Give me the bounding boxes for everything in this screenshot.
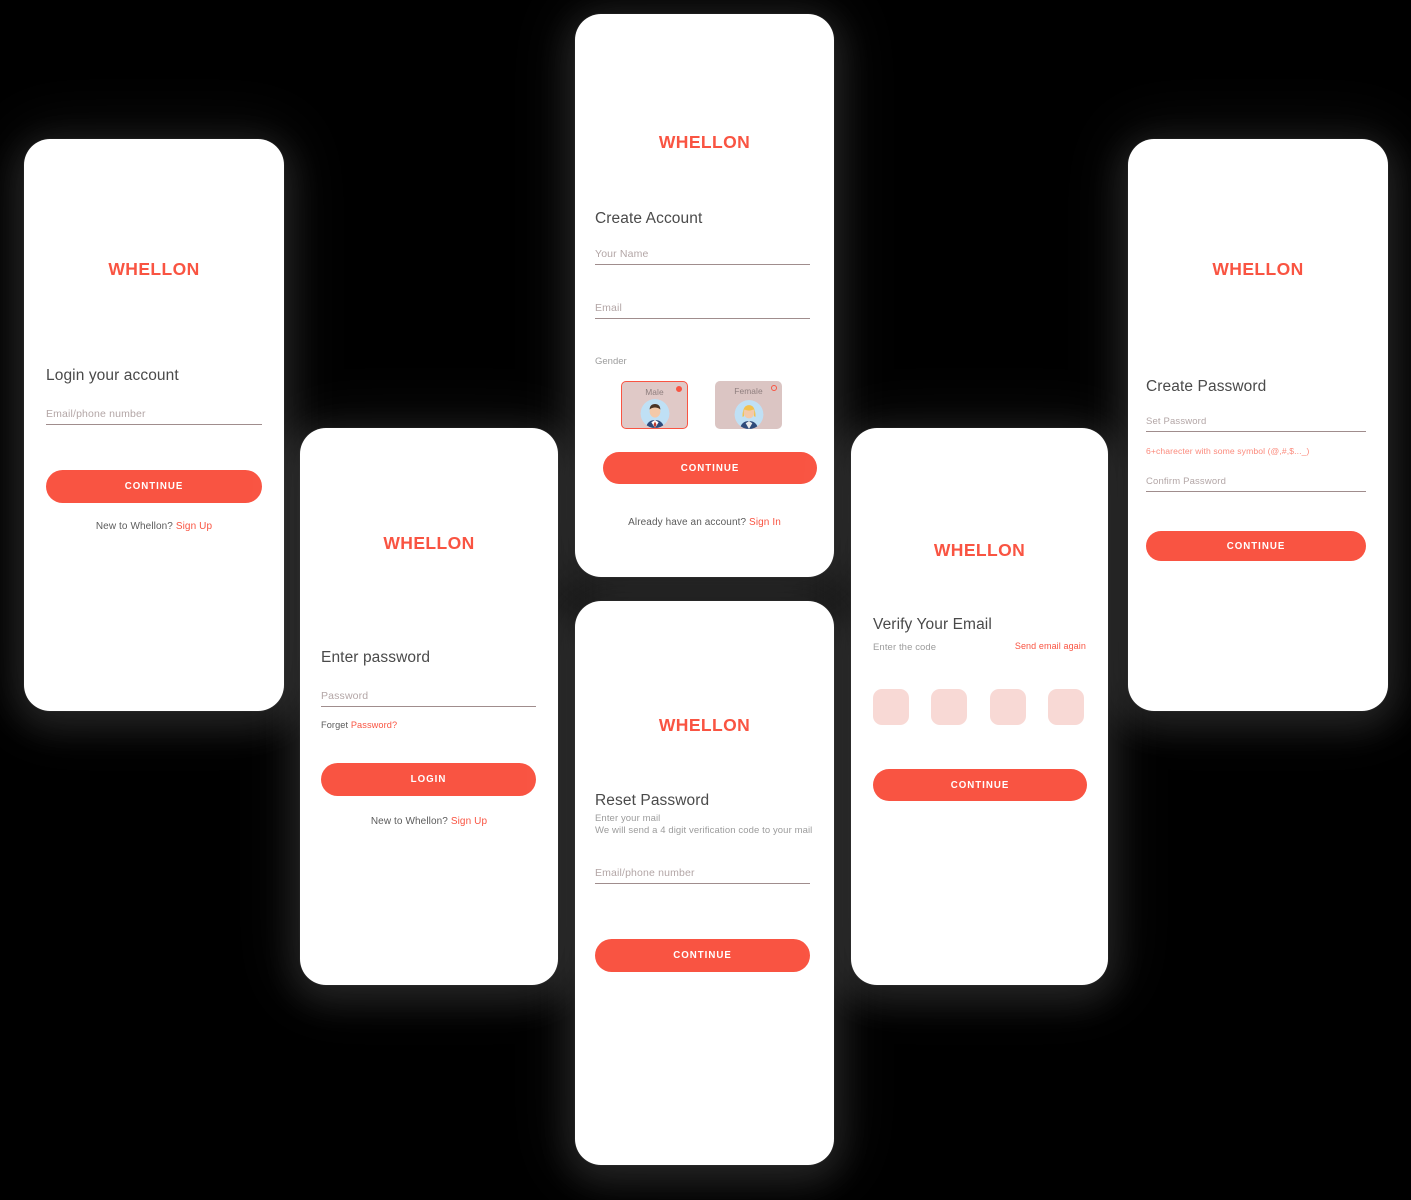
email-or-phone-input[interactable]: Email/phone number <box>595 867 810 884</box>
screen-body-enter-password: WHELLON Enter password Password Forget P… <box>300 428 558 985</box>
female-avatar-icon <box>734 400 763 429</box>
radio-selected-icon[interactable] <box>676 386 682 392</box>
phone-screen-verify-email: WHELLON Verify Your Email Enter the code… <box>851 428 1108 985</box>
continue-button[interactable]: CONTINUE <box>595 939 810 972</box>
login-button[interactable]: LOGIN <box>321 763 536 796</box>
otp-digit-box-4[interactable] <box>1048 689 1084 725</box>
send-email-again-link[interactable]: Send email again <box>1015 641 1086 651</box>
male-avatar-icon <box>640 399 669 428</box>
reset-subtext-line-1: Enter your mail <box>595 813 661 824</box>
screen-body-create-password: WHELLON Create Password Set Password 6+c… <box>1128 139 1388 711</box>
phone-screen-create-password: WHELLON Create Password Set Password 6+c… <box>1128 139 1388 711</box>
set-password-input[interactable]: Set Password <box>1146 416 1366 432</box>
app-logo-wordmark: WHELLON <box>658 132 751 152</box>
signup-footer: New to Whellon? Sign Up <box>24 521 284 532</box>
continue-button[interactable]: CONTINUE <box>1146 531 1366 561</box>
page-title: Login your account <box>46 367 179 384</box>
forget-password-row: Forget Password? <box>321 720 397 730</box>
password-input[interactable]: Password <box>321 690 536 707</box>
signin-footer-text: Already have an account? <box>628 517 747 528</box>
screen-body-create-account: WHELLON Create Account Your Name Email G… <box>575 14 834 577</box>
sign-up-link[interactable]: Sign Up <box>451 816 487 827</box>
continue-button[interactable]: CONTINUE <box>873 769 1087 801</box>
signup-footer: New to Whellon? Sign Up <box>300 816 558 827</box>
continue-button[interactable]: CONTINUE <box>603 452 817 484</box>
mockup-canvas: WHELLON Login your account Email/phone n… <box>0 0 1411 1200</box>
page-title: Enter password <box>321 649 431 666</box>
gender-label: Gender <box>595 356 627 367</box>
email-input[interactable]: Email <box>595 302 810 319</box>
page-title: Reset Password <box>595 792 710 809</box>
screen-body-reset-password: WHELLON Reset Password Enter your mail W… <box>575 601 834 1165</box>
page-title: Create Account <box>595 210 703 227</box>
signin-footer: Already have an account? Sign In <box>575 517 834 528</box>
screen-body-login-account: WHELLON Login your account Email/phone n… <box>24 139 284 711</box>
phone-screen-create-account: WHELLON Create Account Your Name Email G… <box>575 14 834 577</box>
otp-digit-box-3[interactable] <box>990 689 1026 725</box>
otp-digit-box-1[interactable] <box>873 689 909 725</box>
email-or-phone-input[interactable]: Email/phone number <box>46 408 262 425</box>
sign-up-link[interactable]: Sign Up <box>176 521 212 532</box>
your-name-input[interactable]: Your Name <box>595 248 810 265</box>
radio-unselected-icon[interactable] <box>771 385 777 391</box>
signup-footer-text: New to Whellon? <box>95 521 173 532</box>
app-logo-wordmark: WHELLON <box>108 259 200 279</box>
forget-password-link[interactable]: Password? <box>351 720 397 730</box>
phone-screen-enter-password: WHELLON Enter password Password Forget P… <box>300 428 558 985</box>
otp-digit-box-2[interactable] <box>931 689 967 725</box>
reset-subtext-line-2: We will send a 4 digit verification code… <box>595 825 813 836</box>
page-title: Verify Your Email <box>873 616 992 633</box>
screen-body-verify-email: WHELLON Verify Your Email Enter the code… <box>851 428 1108 985</box>
gender-option-male[interactable]: Male <box>621 381 688 429</box>
page-title: Create Password <box>1146 378 1267 395</box>
signup-footer-text: New to Whellon? <box>370 816 448 827</box>
confirm-password-input[interactable]: Confirm Password <box>1146 476 1366 492</box>
sign-in-link[interactable]: Sign In <box>749 517 781 528</box>
forget-label: Forget <box>321 720 349 730</box>
phone-screen-login-account: WHELLON Login your account Email/phone n… <box>24 139 284 711</box>
app-logo-wordmark: WHELLON <box>383 533 475 553</box>
gender-option-female[interactable]: Female <box>715 381 782 429</box>
app-logo-wordmark: WHELLON <box>658 715 751 735</box>
app-logo-wordmark: WHELLON <box>1212 259 1304 279</box>
continue-button[interactable]: CONTINUE <box>46 470 262 503</box>
phone-screen-reset-password: WHELLON Reset Password Enter your mail W… <box>575 601 834 1165</box>
enter-code-label: Enter the code <box>873 642 937 653</box>
password-requirement-hint: 6+charecter with some symbol (@,#,$..._) <box>1146 446 1310 456</box>
app-logo-wordmark: WHELLON <box>933 540 1026 560</box>
